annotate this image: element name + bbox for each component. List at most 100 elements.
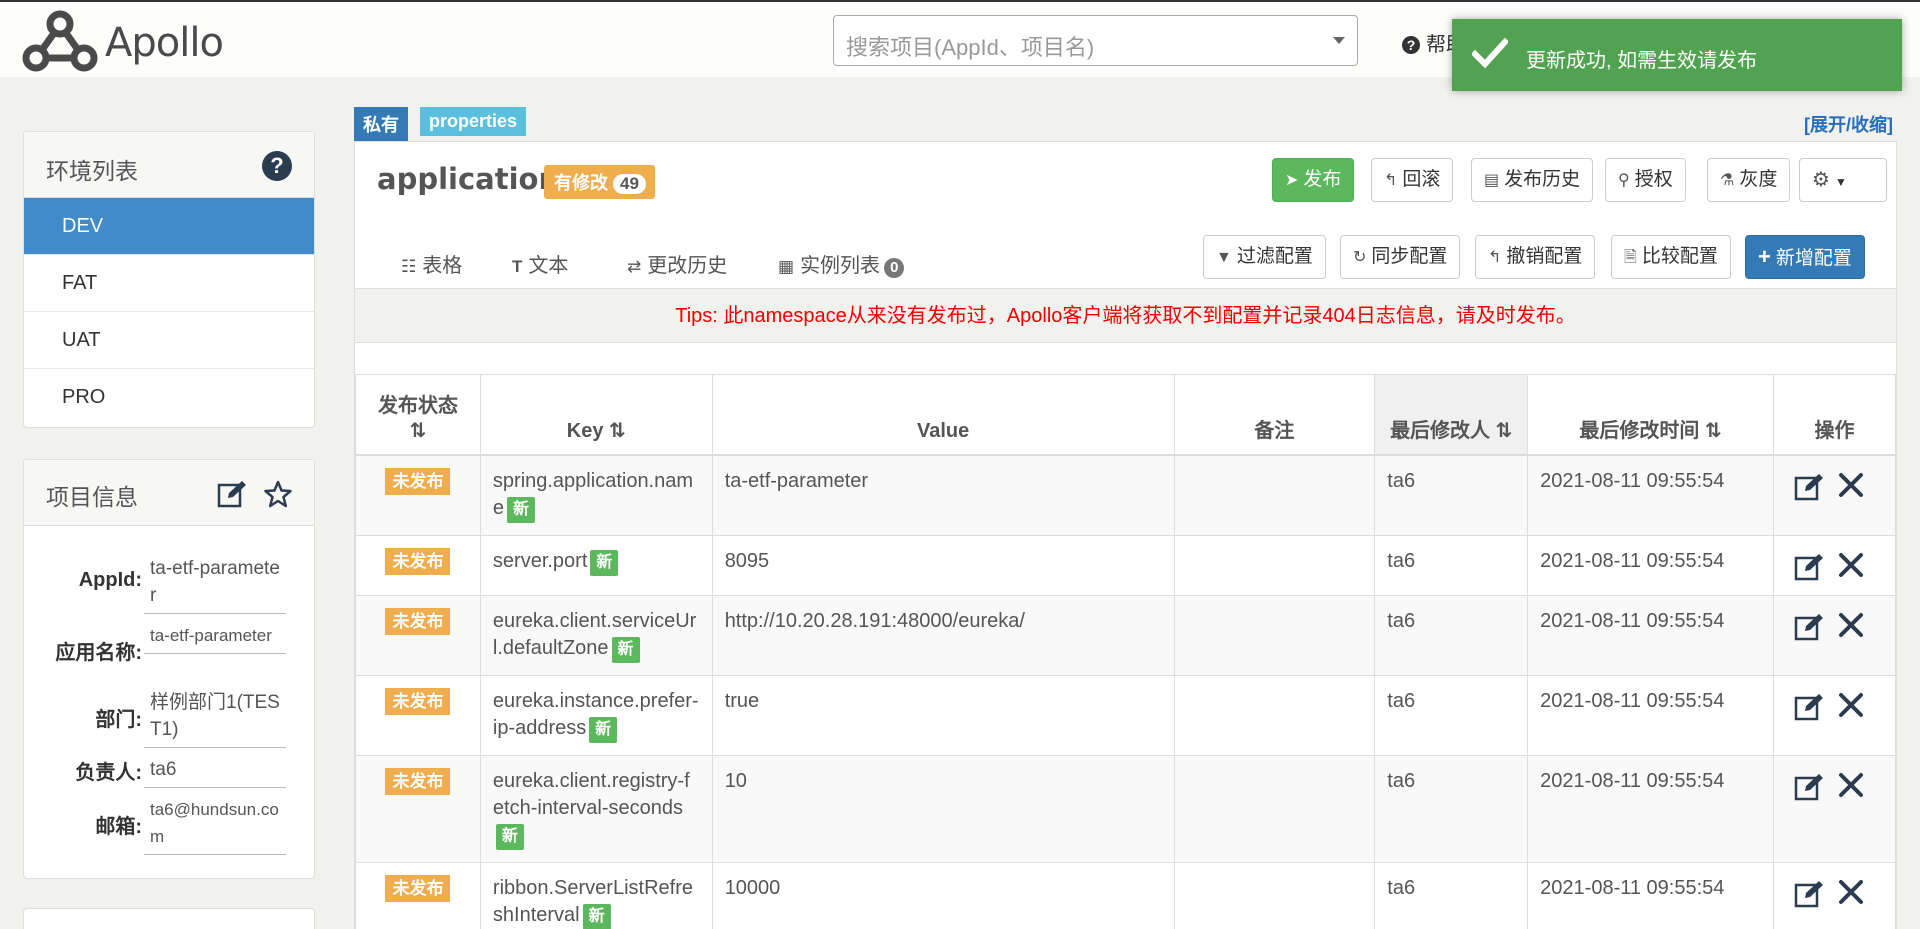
sync-config-button[interactable]: ↻ 同步配置 bbox=[1340, 235, 1461, 279]
modifier-cell: ta6 bbox=[1374, 674, 1529, 756]
delete-icon[interactable] bbox=[1838, 472, 1864, 498]
new-badge: 新 bbox=[590, 549, 619, 576]
project-search-select[interactable]: 搜索项目(AppId、项目名) bbox=[833, 15, 1358, 66]
table-row: 未发布 eureka.client.registry-fetch-interval… bbox=[355, 754, 1897, 863]
logo-text[interactable]: Apollo bbox=[105, 20, 224, 66]
rollback-button[interactable]: ↰ 回滚 bbox=[1371, 158, 1454, 202]
success-toast[interactable]: 更新成功, 如需生效请发布 bbox=[1452, 19, 1902, 91]
release-history-button[interactable]: ▤ 发布历史 bbox=[1471, 158, 1594, 202]
compare-config-button[interactable]: 🗎 比较配置 bbox=[1611, 235, 1731, 279]
col-status[interactable]: 发布状态 ⇅ bbox=[355, 374, 481, 456]
modified-label: 有修改 bbox=[554, 173, 608, 193]
caret-down-icon: ▼ bbox=[1834, 175, 1847, 189]
tab-instances[interactable]: ▦ 实例列表 0 bbox=[778, 246, 905, 292]
info-label: 邮箱: bbox=[95, 816, 142, 838]
authorize-button[interactable]: ⚲ 授权 bbox=[1605, 158, 1686, 202]
edit-icon[interactable] bbox=[1794, 472, 1824, 502]
tab-text[interactable]: T 文本 bbox=[512, 246, 568, 292]
instances-count-badge: 0 bbox=[884, 258, 905, 278]
modified-time-cell: 2021-08-11 09:55:54 bbox=[1527, 674, 1774, 756]
calendar-icon: ▤ bbox=[1484, 172, 1500, 189]
edit-icon[interactable] bbox=[1794, 552, 1824, 582]
status-cell: 未发布 bbox=[355, 674, 481, 756]
checkmark-icon bbox=[1472, 37, 1508, 69]
env-item-dev[interactable]: DEV bbox=[24, 198, 314, 255]
sort-icon: ⇅ bbox=[1704, 419, 1722, 442]
star-icon[interactable] bbox=[264, 480, 292, 508]
status-cell: 未发布 bbox=[355, 754, 481, 863]
publish-button[interactable]: ➤ 发布 bbox=[1272, 158, 1355, 202]
question-icon[interactable]: ? bbox=[262, 151, 292, 181]
key-cell: eureka.client.registry-fetch-interval-se… bbox=[479, 754, 713, 863]
table-row: 未发布 eureka.client.serviceUrl.defaultZone 新… bbox=[355, 594, 1897, 676]
chevron-down-icon[interactable] bbox=[1333, 37, 1345, 44]
modifier-cell: ta6 bbox=[1374, 534, 1529, 596]
settings-dropdown-button[interactable]: ⚙ ▼ bbox=[1799, 158, 1887, 202]
info-label: AppId: bbox=[78, 569, 142, 591]
env-item-fat[interactable]: FAT bbox=[24, 255, 314, 312]
col-comment: 备注 bbox=[1173, 374, 1376, 456]
new-badge: 新 bbox=[582, 903, 611, 929]
env-item-pro[interactable]: PRO bbox=[24, 369, 314, 426]
config-key: eureka.client.serviceUrl.defaultZone bbox=[492, 609, 697, 659]
namespace-format-badge: properties bbox=[420, 107, 527, 136]
edit-icon[interactable] bbox=[1794, 612, 1824, 642]
env-list-header: 环境列表 ? bbox=[24, 132, 314, 198]
namespace-panel: application 有修改 49 ➤ 发布 ↰ 回滚 ▤ 发布历史 ⚲ 授权 ⚗ 灰度 … bbox=[354, 141, 1897, 929]
rollback-label: 回滚 bbox=[1402, 169, 1441, 190]
tab-text-label: 文本 bbox=[528, 255, 569, 277]
sync-config-label: 同步配置 bbox=[1371, 246, 1448, 267]
tab-table[interactable]: ☷ 表格 bbox=[377, 246, 486, 292]
table-row: 未发布 server.port 新 8095 ta6 2021-08-11 09:55:5… bbox=[355, 534, 1897, 596]
value-cell: 8095 bbox=[711, 534, 1175, 596]
edit-icon[interactable] bbox=[1794, 879, 1824, 909]
delete-icon[interactable] bbox=[1838, 692, 1864, 718]
col-modifier[interactable]: 最后修改人 ⇅ bbox=[1374, 374, 1529, 456]
ops-cell bbox=[1772, 594, 1897, 676]
edit-icon[interactable] bbox=[1794, 692, 1824, 722]
delete-icon[interactable] bbox=[1838, 612, 1864, 638]
filter-config-button[interactable]: ▼ 过滤配置 bbox=[1203, 235, 1326, 279]
expand-collapse-link[interactable]: [展开/收缩] bbox=[1804, 111, 1893, 137]
text-icon: T bbox=[512, 257, 523, 276]
delete-icon[interactable] bbox=[1838, 879, 1864, 905]
revoke-config-label: 撤销配置 bbox=[1506, 246, 1583, 267]
ops-cell bbox=[1772, 454, 1897, 536]
value-cell: ta-etf-parameter bbox=[711, 454, 1175, 536]
col-key[interactable]: Key ⇅ bbox=[479, 374, 713, 456]
compare-config-label: 比较配置 bbox=[1641, 246, 1718, 267]
delete-icon[interactable] bbox=[1838, 552, 1864, 578]
value-cell: 10 bbox=[711, 754, 1175, 863]
modifier-cell: ta6 bbox=[1374, 454, 1529, 536]
modified-time-cell: 2021-08-11 09:55:54 bbox=[1527, 594, 1774, 676]
tab-change-history[interactable]: ⇄ 更改历史 bbox=[627, 246, 727, 292]
comment-cell bbox=[1173, 754, 1376, 863]
modified-time-cell: 2021-08-11 09:55:54 bbox=[1527, 534, 1774, 596]
project-info-title: 项目信息 bbox=[46, 484, 138, 510]
filter-icon: ▼ bbox=[1216, 249, 1232, 266]
col-modified-time[interactable]: 最后修改时间 ⇅ bbox=[1527, 374, 1774, 456]
gray-release-label: 灰度 bbox=[1739, 169, 1778, 190]
add-config-label: 新增配置 bbox=[1775, 248, 1852, 269]
status-cell: 未发布 bbox=[355, 454, 481, 536]
gray-release-button[interactable]: ⚗ 灰度 bbox=[1707, 158, 1791, 202]
delete-icon[interactable] bbox=[1838, 772, 1864, 798]
apollo-logo-icon[interactable] bbox=[20, 6, 100, 78]
add-config-button[interactable]: + 新增配置 bbox=[1745, 235, 1865, 279]
unpublished-badge: 未发布 bbox=[385, 547, 451, 575]
env-item-uat[interactable]: UAT bbox=[24, 312, 314, 369]
edit-icon[interactable] bbox=[1794, 772, 1824, 802]
unpublished-badge: 未发布 bbox=[385, 767, 451, 795]
edit-icon[interactable] bbox=[217, 480, 247, 508]
table-icon: ☷ bbox=[401, 257, 417, 276]
comment-cell bbox=[1173, 454, 1376, 536]
modifier-cell: ta6 bbox=[1374, 861, 1529, 929]
revoke-config-button[interactable]: ↰ 撤销配置 bbox=[1475, 235, 1596, 279]
col-status-label: 发布状态 bbox=[377, 394, 458, 417]
comment-cell bbox=[1173, 861, 1376, 929]
status-cell: 未发布 bbox=[355, 861, 481, 929]
status-cell: 未发布 bbox=[355, 534, 481, 596]
new-badge: 新 bbox=[589, 716, 618, 743]
transfer-icon: ⇄ bbox=[627, 257, 642, 276]
env-list-title: 环境列表 bbox=[46, 158, 138, 184]
